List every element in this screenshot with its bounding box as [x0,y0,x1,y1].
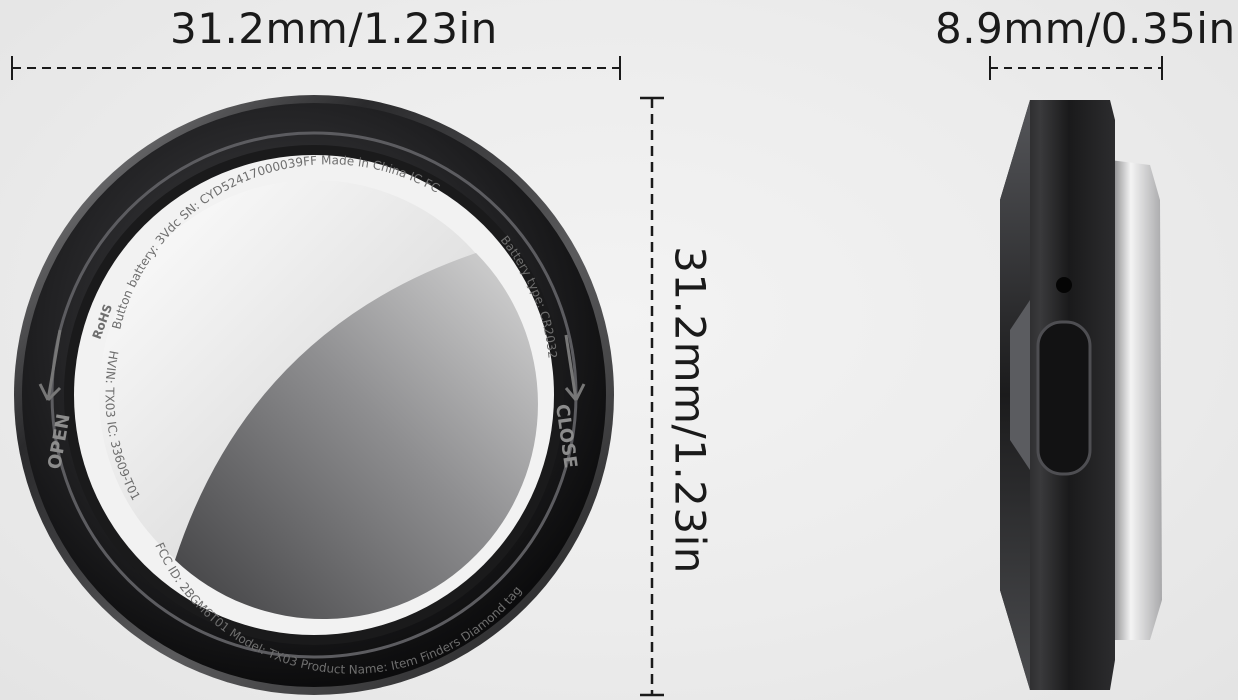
width-dimension-label: 31.2mm/1.23in [170,4,498,53]
side-back-plate [1110,160,1162,640]
side-facet-highlight [1010,300,1030,470]
depth-dimension-label: 8.9mm/0.35in [935,4,1236,53]
tag-side-view [1000,100,1162,690]
product-illustration: OPEN CLOSE Button battery: 3Vdc SN: CYD5… [11,56,1163,697]
side-button [1036,320,1092,476]
lanyard-hole [1056,277,1072,293]
tag-back-view: OPEN CLOSE Button battery: 3Vdc SN: CYD5… [14,95,614,695]
height-dimension-line [640,96,664,697]
height-dimension-label: 31.2mm/1.23in [665,246,715,574]
width-dimension-line [11,56,621,80]
depth-dimension-line [989,56,1163,80]
